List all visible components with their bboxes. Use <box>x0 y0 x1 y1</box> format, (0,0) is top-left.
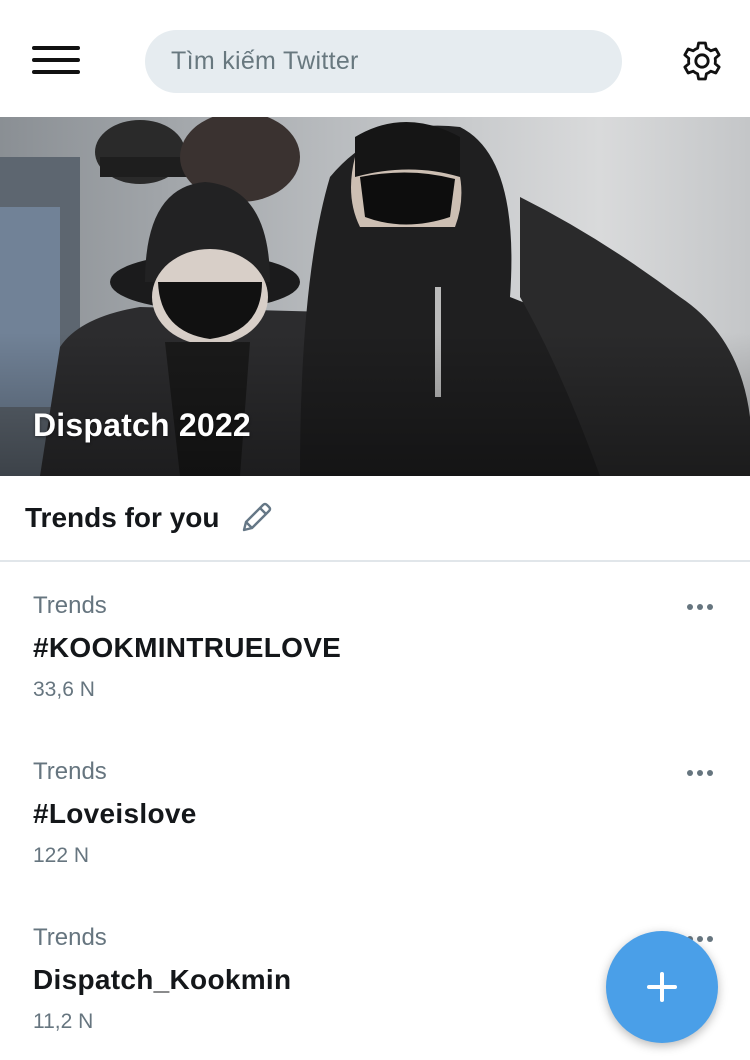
top-bar: Tìm kiếm Twitter <box>0 0 750 117</box>
trend-count: 122 N <box>33 844 90 867</box>
trend-item[interactable]: Trends #Loveislove 122 N <box>0 758 750 924</box>
trend-context: Trends <box>33 758 107 785</box>
trends-title: Trends for you <box>25 502 220 533</box>
trend-name: Dispatch_Kookmin <box>33 964 292 995</box>
trends-header: Trends for you <box>0 476 750 562</box>
pencil-icon[interactable] <box>239 501 273 535</box>
trend-count: 33,6 N <box>33 678 95 701</box>
search-input[interactable]: Tìm kiếm Twitter <box>145 30 622 93</box>
trend-context: Trends <box>33 592 107 619</box>
more-options-icon[interactable] <box>685 598 715 614</box>
hero-banner[interactable]: Dispatch 2022 <box>0 117 750 476</box>
search-placeholder: Tìm kiếm Twitter <box>171 47 359 75</box>
trend-name: #KOOKMINTRUELOVE <box>33 632 342 663</box>
plus-icon <box>647 972 677 1002</box>
trend-context: Trends <box>33 924 107 951</box>
gear-icon[interactable] <box>680 39 724 83</box>
more-options-icon[interactable] <box>685 764 715 780</box>
hero-title: Dispatch 2022 <box>33 407 251 443</box>
trend-item[interactable]: Trends #KOOKMINTRUELOVE 33,6 N <box>0 592 750 758</box>
trend-count: 11,2 N <box>33 1010 94 1033</box>
hamburger-menu-icon[interactable] <box>32 44 80 78</box>
trend-name: #Loveislove <box>33 798 197 829</box>
explore-screen: Tìm kiếm Twitter Dispatch 2022 Trends fo… <box>0 0 750 1060</box>
compose-button[interactable] <box>606 931 718 1043</box>
